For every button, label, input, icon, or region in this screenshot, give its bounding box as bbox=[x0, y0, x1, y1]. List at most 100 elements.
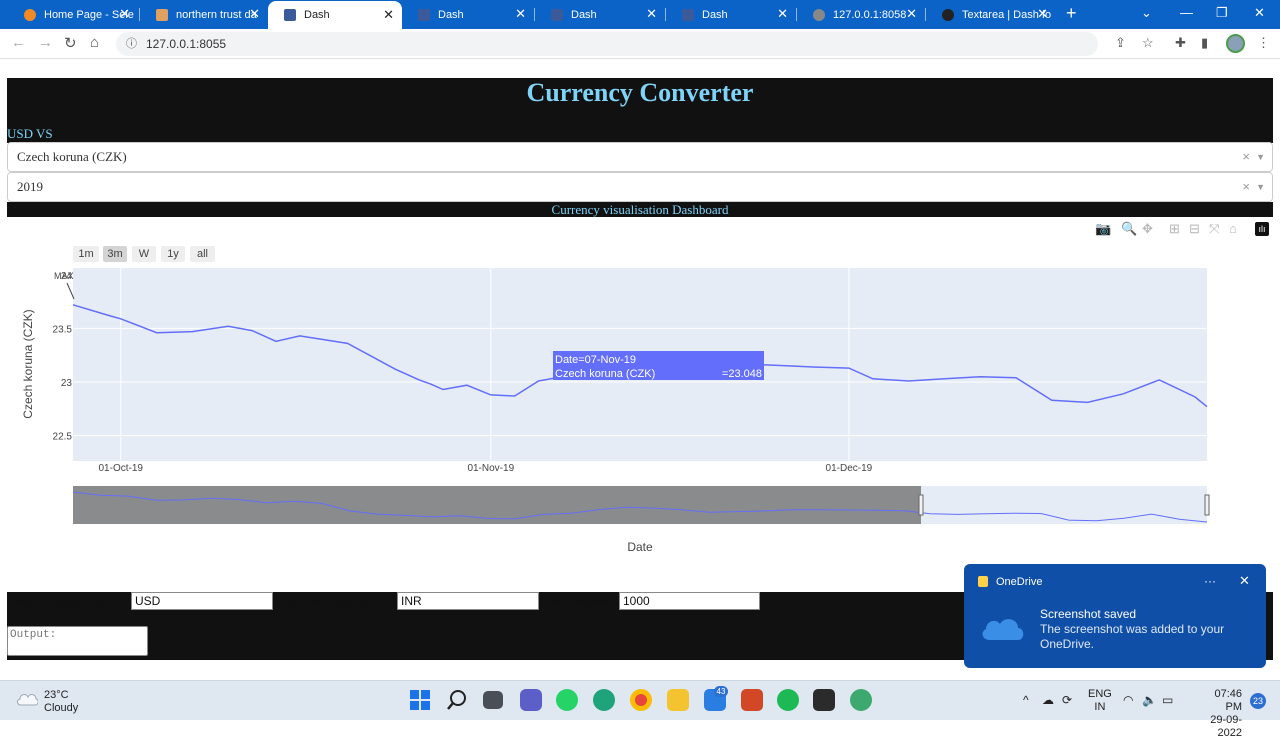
plotly-logo-icon[interactable]: ılı bbox=[1255, 222, 1269, 236]
plot-area bbox=[73, 268, 1207, 461]
speaker-icon[interactable]: 🔈 bbox=[1142, 693, 1157, 707]
camera-icon[interactable]: 📷 bbox=[1095, 221, 1111, 237]
clock[interactable]: 07:46 PM 29-09-2022 bbox=[1198, 688, 1242, 740]
hover-tooltip: Date=07-Nov-19 Czech koruna (CZK) =23.04… bbox=[553, 351, 764, 380]
new-tab-button[interactable]: + bbox=[1066, 3, 1077, 24]
tab-dash-active[interactable]: Dash ✕ bbox=[268, 1, 402, 29]
language-code: ENG bbox=[1088, 688, 1112, 700]
tab-textarea-dash[interactable]: Textarea | Dash fo ✕ bbox=[926, 0, 1056, 29]
close-icon[interactable]: ✕ bbox=[515, 6, 526, 22]
forward-icon[interactable]: → bbox=[38, 34, 53, 51]
output-textarea[interactable] bbox=[7, 626, 148, 656]
reset-axes-icon[interactable]: ⌂ bbox=[1229, 221, 1237, 236]
currency-code-2-input[interactable] bbox=[397, 592, 539, 610]
teams-icon[interactable] bbox=[520, 689, 542, 711]
more-options-icon[interactable]: ··· bbox=[1204, 574, 1216, 588]
series-group bbox=[72, 304, 1208, 408]
rangeslider-handle-left bbox=[918, 494, 924, 516]
onedrive-notification[interactable]: OneDrive ··· ✕ Screenshot saved The scre… bbox=[964, 564, 1266, 668]
range-button-1m[interactable]: 1m bbox=[73, 246, 99, 262]
chevron-down-icon[interactable]: ▼ bbox=[1256, 173, 1265, 201]
sync-icon[interactable]: ⟳ bbox=[1062, 693, 1072, 707]
weather-widget[interactable]: 23°C Cloudy bbox=[44, 689, 78, 715]
start-icon[interactable] bbox=[409, 689, 431, 711]
plotly-icon bbox=[942, 8, 954, 21]
zoom-icon[interactable]: 🔍 bbox=[1121, 221, 1137, 237]
range-button-w[interactable]: W bbox=[132, 246, 156, 262]
info-icon[interactable]: ⓘ bbox=[126, 32, 137, 56]
search-icon[interactable] bbox=[446, 689, 468, 711]
zoom-in-icon[interactable]: ⊞ bbox=[1169, 221, 1180, 237]
rangeslider-handle-right bbox=[1204, 494, 1210, 516]
url-field[interactable]: ⓘ 127.0.0.1:8055 bbox=[116, 32, 1098, 56]
close-icon[interactable]: ✕ bbox=[1239, 573, 1250, 589]
minimize-icon[interactable]: — bbox=[1180, 5, 1193, 20]
tab-dash-2[interactable]: Dash ✕ bbox=[402, 0, 534, 29]
region-code: IN bbox=[1094, 701, 1106, 713]
pan-icon[interactable]: ✥ bbox=[1142, 221, 1153, 237]
tab-home-page[interactable]: Home Page - Sele ✕ bbox=[8, 0, 138, 29]
currency-dropdown[interactable]: Czech koruna (CZK) × ▼ bbox=[7, 142, 1273, 172]
cloud-icon[interactable] bbox=[16, 691, 38, 707]
task-view-icon[interactable] bbox=[483, 691, 503, 709]
hover-box bbox=[553, 351, 764, 380]
range-button-1y[interactable]: 1y bbox=[161, 246, 185, 262]
office-icon[interactable] bbox=[741, 689, 763, 711]
close-icon[interactable]: ✕ bbox=[1037, 6, 1048, 22]
edge-icon[interactable] bbox=[593, 689, 615, 711]
onedrive-tray-icon[interactable]: ☁ bbox=[1042, 693, 1054, 707]
dash-icon bbox=[284, 9, 296, 21]
tab-localhost-8058[interactable]: 127.0.0.1:8058 ✕ bbox=[797, 0, 925, 29]
date: 29-09-2022 bbox=[1210, 714, 1242, 739]
close-icon[interactable]: ✕ bbox=[646, 6, 657, 22]
y-tick-label: 22.5 bbox=[53, 432, 73, 443]
tab-search-icon[interactable]: ⌄ bbox=[1141, 5, 1152, 21]
terminal-icon[interactable] bbox=[813, 689, 835, 711]
spotify-icon[interactable] bbox=[777, 689, 799, 711]
home-icon[interactable]: ⌂ bbox=[90, 34, 99, 51]
close-icon[interactable]: ✕ bbox=[777, 6, 788, 22]
close-icon[interactable]: ✕ bbox=[249, 6, 260, 22]
range-button-all[interactable]: all bbox=[190, 246, 215, 262]
close-window-icon[interactable]: ✕ bbox=[1254, 5, 1265, 21]
clear-icon[interactable]: × bbox=[1242, 143, 1250, 171]
reload-icon[interactable]: ↻ bbox=[64, 34, 77, 52]
x-axis-title: Date bbox=[627, 540, 653, 554]
menu-icon[interactable]: ⋮ bbox=[1257, 35, 1270, 51]
x-tick-label: 01-Dec-19 bbox=[826, 463, 873, 474]
side-panel-icon[interactable]: ▮ bbox=[1201, 35, 1208, 51]
tab-dash-4[interactable]: Dash ✕ bbox=[666, 0, 796, 29]
extensions-icon[interactable]: ✚ bbox=[1175, 35, 1186, 51]
share-icon[interactable]: ⇪ bbox=[1115, 35, 1126, 51]
notification-count-badge[interactable]: 23 bbox=[1250, 693, 1266, 709]
chrome-dev-icon[interactable] bbox=[850, 689, 872, 711]
mail-badge: 43 bbox=[714, 686, 728, 697]
clear-icon[interactable]: × bbox=[1242, 173, 1250, 201]
chevron-down-icon[interactable]: ▼ bbox=[1256, 143, 1265, 171]
amount-input[interactable] bbox=[619, 592, 760, 610]
year-dropdown[interactable]: 2019 × ▼ bbox=[7, 172, 1273, 202]
tab-dash-3[interactable]: Dash ✕ bbox=[535, 0, 665, 29]
weather-condition: Cloudy bbox=[44, 702, 79, 714]
file-explorer-icon[interactable] bbox=[667, 689, 689, 711]
zoom-out-icon[interactable]: ⊟ bbox=[1189, 221, 1200, 237]
tick-labels: 01-Oct-19 01-Nov-19 01-Dec-19 23.5 23 22.5 24 bbox=[53, 271, 873, 474]
profile-avatar[interactable] bbox=[1226, 34, 1245, 53]
whatsapp-icon[interactable] bbox=[556, 689, 578, 711]
back-icon[interactable]: ← bbox=[11, 34, 26, 51]
language-indicator[interactable]: ENG IN bbox=[1088, 688, 1112, 714]
bookmark-star-icon[interactable]: ☆ bbox=[1142, 35, 1154, 51]
maximize-icon[interactable]: ❐ bbox=[1216, 5, 1228, 21]
close-icon[interactable]: ✕ bbox=[906, 6, 917, 22]
globe-icon bbox=[813, 8, 825, 21]
currency-code-1-input[interactable] bbox=[131, 592, 273, 610]
range-button-3m[interactable]: 3m bbox=[103, 246, 127, 262]
close-icon[interactable]: ✕ bbox=[119, 6, 130, 22]
close-icon[interactable]: ✕ bbox=[383, 7, 394, 23]
chevron-up-icon[interactable]: ^ bbox=[1023, 693, 1029, 707]
tab-northern-trust[interactable]: northern trust da ✕ bbox=[140, 0, 268, 29]
battery-icon[interactable]: ▭ bbox=[1162, 693, 1173, 707]
chrome-icon[interactable] bbox=[630, 689, 652, 711]
wifi-icon[interactable]: ◠ bbox=[1123, 693, 1133, 707]
autoscale-icon[interactable]: ⤧ bbox=[1209, 221, 1219, 237]
